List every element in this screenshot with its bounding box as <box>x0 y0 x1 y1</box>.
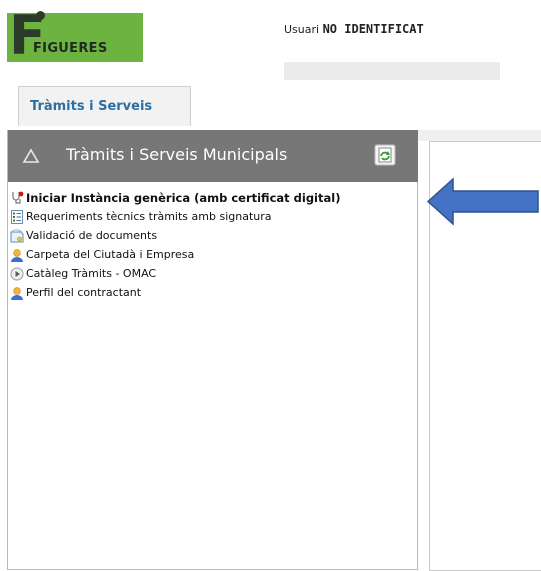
list-item-cataleg-tramits[interactable]: Catàleg Tràmits - OMAC <box>8 264 419 283</box>
figueres-logo: F FIGUERES <box>7 9 143 63</box>
list-document-icon <box>11 209 23 224</box>
user-icon <box>11 286 23 300</box>
refresh-icon[interactable] <box>374 144 396 166</box>
logo-wordmark: FIGUERES <box>33 41 108 56</box>
list-item-perfil-contractant[interactable]: Perfil del contractant <box>8 283 419 302</box>
list-item-label: Catàleg Tràmits - OMAC <box>26 267 157 280</box>
list-item-label: Iniciar Instància genèrica (amb certific… <box>26 190 341 205</box>
certificate-document-icon <box>10 228 24 242</box>
header-shade-bar <box>284 62 500 80</box>
tab-label: Tràmits i Serveis <box>30 99 153 114</box>
list-item-label: Validació de documents <box>26 229 158 242</box>
right-panel-top-bar <box>418 130 541 141</box>
list-item-label: Carpeta del Ciutadà i Empresa <box>26 248 195 261</box>
panel-header: Tràmits i Serveis Municipals <box>8 130 418 182</box>
user-status-area: Usuari NO IDENTIFICAT <box>284 12 500 80</box>
panel-title: Tràmits i Serveis Municipals <box>66 145 288 164</box>
list-item-iniciar-instancia[interactable]: Iniciar Instància genèrica (amb certific… <box>8 188 419 207</box>
logo-dot <box>36 11 45 20</box>
user-label: Usuari <box>284 23 320 36</box>
list-item-validacio[interactable]: Validació de documents <box>8 226 419 245</box>
user-name: NO IDENTIFICAT <box>322 22 424 36</box>
user-icon <box>11 248 23 262</box>
collapse-triangle-icon[interactable] <box>22 147 40 165</box>
play-circle-icon <box>10 267 24 280</box>
list-item-requeriments[interactable]: Requeriments tècnics tràmits amb signatu… <box>8 207 419 226</box>
list-item-label: Requeriments tècnics tràmits amb signatu… <box>26 210 272 223</box>
annotation-arrow-icon <box>426 177 539 226</box>
list-item-label: Perfil del contractant <box>26 286 142 299</box>
user-status: Usuari NO IDENTIFICAT <box>284 22 424 36</box>
panel-item-list: Iniciar Instància genèrica (amb certific… <box>8 188 419 302</box>
stethoscope-icon <box>12 191 24 204</box>
tramits-panel: Tràmits i Serveis Municipals Iniciar Ins… <box>7 130 418 570</box>
list-item-carpeta-ciutada[interactable]: Carpeta del Ciutadà i Empresa <box>8 245 419 264</box>
tab-tramits-serveis[interactable]: Tràmits i Serveis <box>18 86 191 126</box>
